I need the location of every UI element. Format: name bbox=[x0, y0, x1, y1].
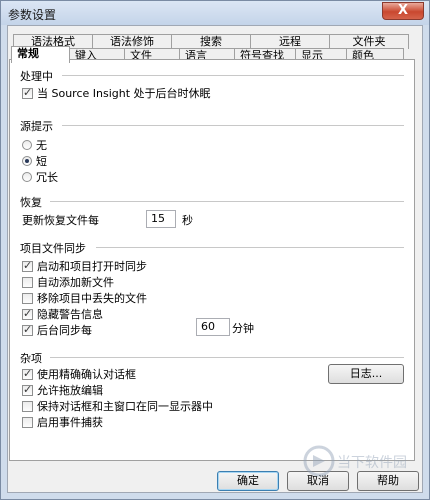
tab-folder[interactable]: 文件夹 bbox=[329, 34, 409, 49]
window-title: 参数设置 bbox=[8, 8, 57, 22]
tab-remote[interactable]: 远程 bbox=[250, 34, 330, 49]
precise-confirm-checkbox[interactable] bbox=[22, 367, 33, 380]
event-capture-checkbox[interactable] bbox=[22, 416, 33, 428]
checkbox-label: 后台同步每 bbox=[37, 324, 92, 337]
sync-option-remove-missing[interactable]: 移除项目中丢失的文件 bbox=[22, 290, 147, 306]
checkbox-label: 移除项目中丢失的文件 bbox=[37, 292, 147, 305]
radio-label: 短 bbox=[36, 155, 47, 168]
sync-on-open-checkbox[interactable] bbox=[22, 259, 33, 272]
sync-interval-unit: 分钟 bbox=[232, 322, 254, 335]
title-bar[interactable]: 参数设置 X bbox=[1, 1, 429, 25]
sync-option-background[interactable]: 后台同步每 bbox=[22, 322, 92, 338]
sleep-label: 当 Source Insight 处于后台时休眠 bbox=[37, 87, 211, 100]
remove-missing-checkbox[interactable] bbox=[22, 292, 33, 304]
group-title-project-sync: 项目文件同步 bbox=[20, 242, 86, 255]
watermark-logo: 当下软件园 bbox=[301, 441, 411, 481]
watermark-icon: 当下软件园 bbox=[303, 445, 407, 477]
radio-none[interactable] bbox=[22, 140, 32, 150]
hide-warnings-checkbox[interactable] bbox=[22, 307, 33, 320]
sleep-checkbox[interactable] bbox=[22, 86, 33, 99]
same-monitor-checkbox[interactable] bbox=[22, 400, 33, 412]
checkbox-label: 隐藏警告信息 bbox=[37, 308, 103, 321]
sync-interval-input[interactable]: 60 bbox=[196, 318, 230, 336]
misc-option-event-capture[interactable]: 启用事件捕获 bbox=[22, 414, 103, 430]
background-sync-checkbox[interactable] bbox=[22, 323, 33, 336]
watermark-text: 当下软件园 bbox=[337, 455, 407, 471]
sync-option-hide-warnings[interactable]: 隐藏警告信息 bbox=[22, 306, 103, 322]
misc-option-same-monitor[interactable]: 保持对话框和主窗口在同一显示器中 bbox=[22, 398, 213, 414]
checkbox-label: 保持对话框和主窗口在同一显示器中 bbox=[37, 400, 213, 413]
group-divider bbox=[62, 125, 404, 126]
auto-add-checkbox[interactable] bbox=[22, 276, 33, 288]
ok-button[interactable]: 确定 bbox=[217, 471, 279, 491]
close-icon: X bbox=[397, 3, 409, 18]
sleep-option[interactable]: 当 Source Insight 处于后台时休眠 bbox=[22, 85, 211, 101]
tab-row-top: 语法格式 语法修饰 搜索 远程 文件夹 bbox=[13, 34, 409, 49]
recovery-unit: 秒 bbox=[182, 214, 193, 227]
tab-general[interactable]: 常规 bbox=[11, 46, 70, 63]
settings-dialog: 参数设置 X 语法格式 语法修饰 搜索 远程 文件夹 常规 键入 文件 语言 符… bbox=[0, 0, 430, 500]
recovery-interval-input[interactable]: 15 bbox=[146, 210, 176, 228]
sync-option-on-open[interactable]: 启动和项目打开时同步 bbox=[22, 258, 147, 274]
misc-option-drag-drop[interactable]: 允许拖放编辑 bbox=[22, 382, 103, 398]
group-title-processing: 处理中 bbox=[20, 70, 53, 83]
drag-drop-checkbox[interactable] bbox=[22, 383, 33, 396]
close-button[interactable]: X bbox=[382, 2, 424, 20]
group-divider bbox=[62, 75, 404, 76]
sync-option-auto-add[interactable]: 自动添加新文件 bbox=[22, 274, 114, 290]
tab-search[interactable]: 搜索 bbox=[171, 34, 251, 49]
checkbox-label: 自动添加新文件 bbox=[37, 276, 114, 289]
tab-syntax-decoration[interactable]: 语法修饰 bbox=[92, 34, 172, 49]
group-title-recovery: 恢复 bbox=[20, 196, 42, 209]
radio-option-none[interactable]: 无 bbox=[22, 137, 47, 153]
radio-label: 无 bbox=[36, 139, 47, 152]
recovery-label: 更新恢复文件每 bbox=[22, 214, 99, 227]
radio-option-verbose[interactable]: 冗长 bbox=[22, 169, 58, 185]
checkbox-label: 启用事件捕获 bbox=[37, 416, 103, 429]
group-divider bbox=[50, 201, 404, 202]
group-divider bbox=[50, 357, 404, 358]
radio-option-short[interactable]: 短 bbox=[22, 153, 47, 169]
group-title-source-hint: 源提示 bbox=[20, 120, 53, 133]
tab-panel-general: 处理中 当 Source Insight 处于后台时休眠 源提示 无 短 冗长 … bbox=[9, 59, 415, 461]
radio-label: 冗长 bbox=[36, 171, 58, 184]
group-title-misc: 杂项 bbox=[20, 352, 42, 365]
checkbox-label: 允许拖放编辑 bbox=[37, 384, 103, 397]
checkbox-label: 使用精确确认对话框 bbox=[37, 368, 136, 381]
radio-short[interactable] bbox=[22, 156, 32, 166]
radio-verbose[interactable] bbox=[22, 172, 32, 182]
checkbox-label: 启动和项目打开时同步 bbox=[37, 260, 147, 273]
group-divider bbox=[96, 247, 404, 248]
log-button[interactable]: 日志... bbox=[328, 364, 404, 384]
misc-option-precise-confirm[interactable]: 使用精确确认对话框 bbox=[22, 366, 136, 382]
